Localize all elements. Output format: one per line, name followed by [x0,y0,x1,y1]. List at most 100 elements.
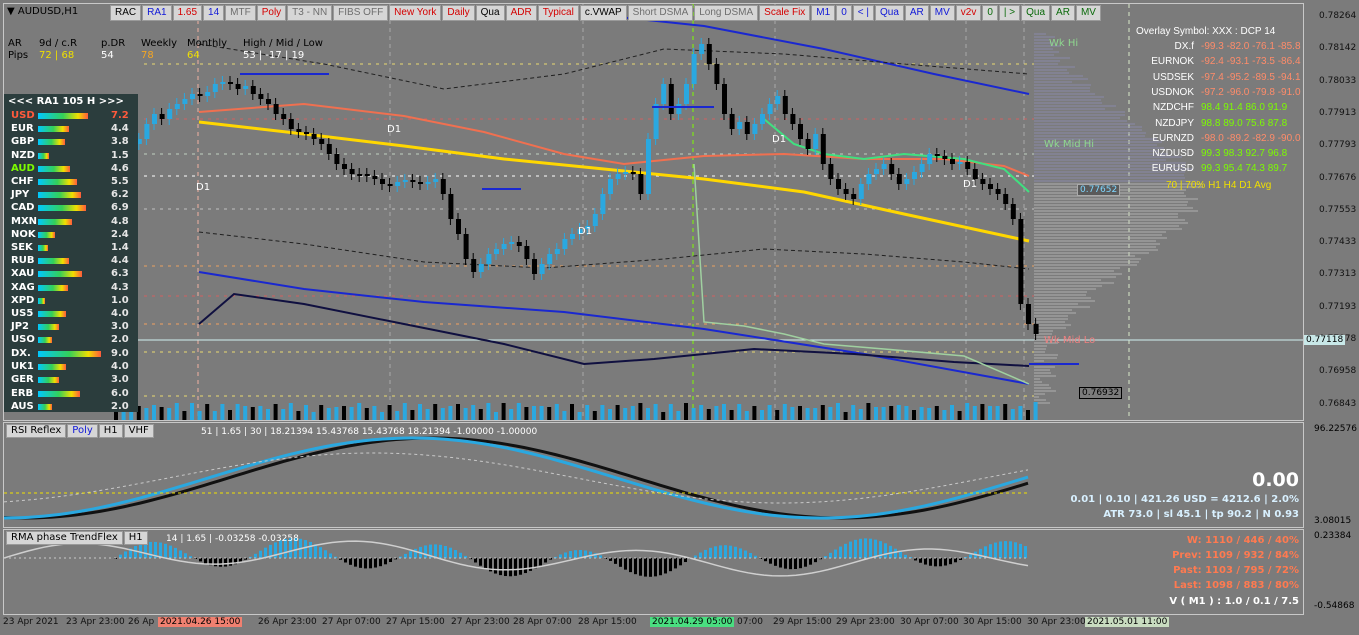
toolbar-button[interactable]: Poly [257,5,286,21]
candle-body [996,189,1001,194]
candle-body [464,234,469,259]
toolbar-button[interactable]: AR [905,5,929,21]
currency-name[interactable]: XAU [11,268,34,279]
candle-body [160,114,165,119]
toolbar-button[interactable]: RA1 [142,5,171,21]
toolbar-button[interactable]: MV [1076,5,1101,21]
toolbar-button[interactable]: M1 [811,5,835,21]
volume-bar [152,405,156,420]
panel-tab[interactable]: RMA phase TrendFlex [6,531,123,545]
toolbar-button[interactable]: 14 [203,5,224,21]
time-axis-label: 27 Apr 07:00 [322,617,381,627]
toolbar-button[interactable]: Short DSMA [628,5,694,21]
toolbar-button[interactable]: AR [1051,5,1075,21]
toolbar-button[interactable]: FIBS OFF [333,5,388,21]
strength-bar [38,298,45,304]
currency-name[interactable]: MXN [11,216,37,227]
panel-tab[interactable]: H1 [124,531,148,545]
panel-tab[interactable]: RSI Reflex [6,424,66,438]
currency-name[interactable]: USO [11,334,35,345]
toolbar-button[interactable]: Daily [442,5,474,21]
indicator-toolbar: RAC RA1 1.65 14 MTF Poly T3 - NN FIBS OFF New Yo… [110,5,1101,21]
rsi-atr-line: ATR 73.0 | sl 45.1 | tp 90.2 | N 0.93 [1103,509,1299,520]
toolbar-button[interactable]: Qua [1021,5,1050,21]
strength-header[interactable]: <<< RA1 105 H >>> [8,96,124,107]
currency-value: 4.8 [111,216,129,227]
currency-name[interactable]: DX. [11,348,31,359]
currency-name[interactable]: AUD [11,163,35,174]
currency-name[interactable]: USD [11,110,35,121]
strength-bar [38,126,69,132]
toolbar-button[interactable]: MTF [225,5,256,21]
toolbar-button[interactable]: < | [853,5,874,21]
toolbar-button[interactable]: | > [999,5,1020,21]
panel-tab[interactable]: H1 [99,424,123,438]
volume-bar [395,411,399,420]
strength-bar [38,391,80,397]
rma-last-stat: Last: 1098 / 883 / 80% [1174,580,1299,591]
strength-bar [38,245,48,251]
toolbar-button[interactable]: Typical [538,5,579,21]
panel-tab[interactable]: Poly [67,424,98,438]
currency-name[interactable]: NZD [11,150,35,161]
toolbar-button[interactable]: Qua [476,5,505,21]
rma-histogram-bar [989,544,992,558]
candle-body [395,182,400,186]
candle-body [220,82,225,84]
currency-name[interactable]: GBP [11,136,34,147]
currency-name[interactable]: RUB [11,255,34,266]
toolbar-button[interactable]: MV [930,5,955,21]
volume-bar [699,405,703,420]
rma-histogram-bar [444,546,447,558]
rma-histogram-bar [539,558,542,565]
overlay-symbol: USDSEK [1104,72,1194,83]
rma-histogram-bar [939,558,942,566]
candle-body [722,84,727,114]
currency-name[interactable]: CAD [11,202,34,213]
toolbar-button[interactable]: Scale Fix [759,5,810,21]
toolbar-button[interactable]: c.VWAP [580,5,627,21]
toolbar-button[interactable]: Qua [875,5,904,21]
price-axis-label: 0.76843 [1319,399,1356,409]
toolbar-button[interactable]: Long DSMA [694,5,758,21]
volume-bar [205,404,209,420]
candle-body [958,162,963,164]
overlay-values: -97.4 -95.2 -89.5 -94.1 [1201,72,1301,83]
toolbar-button[interactable]: ADR [506,5,537,21]
currency-name[interactable]: JPY [11,189,29,200]
toolbar-button[interactable]: 1.65 [173,5,202,21]
rma-histogram-bar [934,558,937,566]
price-axis[interactable]: 0.78264 0.78142 0.78033 0.77913 0.77793 0.776… [1303,3,1359,419]
currency-name[interactable]: XPD [11,295,34,306]
currency-name[interactable]: XAG [11,282,35,293]
currency-name[interactable]: UK1 [11,361,34,372]
candle-body [745,122,750,134]
stat-weekly-value: 78 [141,50,154,61]
strength-bar [38,311,66,317]
currency-name[interactable]: SEK [11,242,33,253]
currency-name[interactable]: NOK [11,229,36,240]
toolbar-button[interactable]: RAC [110,5,141,21]
toolbar-button[interactable]: 0 [836,5,852,21]
volume-bar [866,403,870,420]
rma-histogram-bar [639,558,642,576]
toolbar-button[interactable]: New York [389,5,441,21]
currency-name[interactable]: AUS [11,401,34,412]
rma-histogram-bar [389,558,392,562]
volume-bar [182,411,186,420]
candle-body [509,242,514,244]
panel-tab[interactable]: VHF [124,424,154,438]
candle-body [980,179,985,184]
volume-bar [304,405,308,420]
currency-name[interactable]: US5 [11,308,33,319]
toolbar-button[interactable]: T3 - NN [287,5,332,21]
toolbar-button[interactable]: v2v [956,5,982,21]
time-axis[interactable]: 23 Apr 2021 23 Apr 23:00 26 Ap 2021.04.26 1… [0,614,1359,635]
currency-name[interactable]: GER [11,374,34,385]
currency-name[interactable]: EUR [11,123,34,134]
currency-name[interactable]: JP2 [11,321,29,332]
volume-bar [289,403,293,420]
currency-name[interactable]: CHF [11,176,34,187]
toolbar-button[interactable]: 0 [982,5,998,21]
currency-name[interactable]: ERB [11,388,33,399]
